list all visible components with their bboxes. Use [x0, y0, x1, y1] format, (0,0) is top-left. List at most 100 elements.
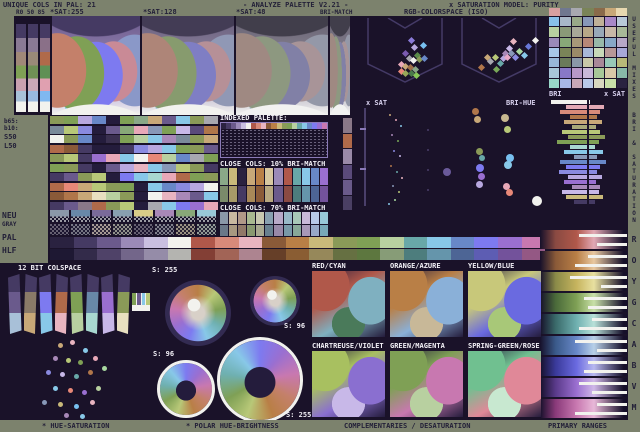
swatch	[134, 144, 148, 153]
comp-panel-red-cyan[interactable]	[312, 271, 385, 337]
swatch	[215, 249, 239, 260]
vertical-letter: E	[632, 30, 636, 37]
bri-bar	[571, 125, 587, 129]
swatch	[134, 154, 148, 163]
swatch	[220, 168, 229, 185]
swatch	[594, 78, 605, 88]
swatch	[247, 212, 256, 224]
analysis-strips[interactable]	[50, 116, 218, 210]
swatch	[238, 212, 247, 224]
vertical-letter: E	[632, 86, 636, 93]
swatch	[497, 249, 522, 260]
swatch	[427, 237, 451, 248]
hue-sat-map-brimatch[interactable]	[330, 16, 350, 115]
close-cols-10-swatches[interactable]	[220, 168, 328, 202]
swatch	[120, 237, 145, 248]
swatch	[176, 182, 190, 191]
color-dot	[400, 125, 402, 127]
bar-row	[549, 100, 627, 104]
primary-band-m	[540, 398, 627, 418]
bar-row	[549, 145, 627, 149]
bri-match-label: BRI-MATCH	[320, 9, 353, 16]
bar-row	[549, 185, 627, 189]
swatch	[247, 185, 256, 202]
swatch	[265, 212, 274, 224]
bri-bar	[566, 165, 587, 169]
color-dot	[73, 403, 79, 409]
swatch	[301, 212, 310, 224]
neu-row[interactable]	[50, 210, 216, 222]
sat128-tab[interactable]: *SAT:128	[143, 8, 177, 16]
color-dot	[394, 199, 396, 201]
hue-sat-map-sat48[interactable]	[236, 16, 328, 115]
comp-panel-yellow-blue[interactable]	[468, 271, 541, 337]
comp-label-springgreen-rose: SPRING-GREEN/ROSE	[468, 342, 540, 350]
mini-strip-1[interactable]	[16, 24, 26, 112]
swatch	[176, 201, 190, 210]
indexed-palette-row[interactable]	[221, 123, 327, 129]
mixes-top-row[interactable]	[549, 8, 627, 16]
mini-strip-3[interactable]	[40, 24, 50, 112]
swatch	[283, 168, 292, 185]
bri-bar-track	[549, 195, 587, 199]
close-cols-70-swatches[interactable]	[220, 212, 328, 236]
swatch	[176, 154, 190, 163]
sat48-tab[interactable]: *SAT:48	[236, 8, 266, 16]
strip-row	[50, 116, 218, 125]
polar-circle-s255[interactable]	[165, 280, 231, 346]
gray-cell	[71, 224, 90, 235]
pal-strip[interactable]	[50, 237, 546, 248]
hue-sat-map-sat255[interactable]	[52, 16, 140, 115]
swatch	[605, 78, 616, 88]
colspace-title: 12 BIT COLSPACE	[18, 264, 82, 272]
swatch	[615, 8, 627, 16]
bri-bar	[566, 105, 587, 109]
hue-sat-map-sat128[interactable]	[142, 16, 234, 115]
swatch	[190, 192, 204, 201]
swatch	[106, 173, 120, 182]
neu-pair	[50, 210, 69, 222]
swatch	[204, 201, 218, 210]
bri-bar	[569, 145, 587, 149]
primary-range-letters: ROYGCABVM	[628, 236, 640, 425]
gray-row[interactable]	[50, 224, 216, 235]
swatch	[560, 58, 571, 68]
vertical-letter: U	[632, 44, 636, 51]
gray-cell	[176, 224, 195, 235]
bri-bar	[568, 135, 587, 139]
polar-circle-s96-top[interactable]	[250, 276, 300, 326]
polar-circle-s96-bottom[interactable]	[157, 360, 215, 418]
color-dot	[475, 180, 483, 188]
primary-band-y	[540, 272, 627, 292]
swatch	[215, 237, 239, 248]
comp-panel-springgreen-rose[interactable]	[468, 351, 541, 417]
polar-circle-2-label: S: 96	[284, 322, 306, 330]
comp-panel-chartreuse-violet[interactable]	[312, 351, 385, 417]
vertical-letter: R	[632, 119, 636, 126]
comp-panel-green-magenta[interactable]	[390, 351, 463, 417]
mini-strip-2[interactable]	[28, 24, 38, 112]
swatch	[560, 78, 571, 88]
swatch	[321, 123, 327, 129]
white-bar	[570, 276, 627, 280]
colspace-wedge	[8, 274, 22, 334]
swatch	[106, 201, 120, 210]
swatch	[92, 173, 106, 182]
color-dot	[92, 355, 98, 361]
hlf-strip[interactable]	[50, 249, 546, 260]
swatch	[616, 47, 627, 58]
swatch	[148, 173, 162, 182]
sat255-tab[interactable]: *SAT:255	[50, 8, 84, 16]
swatch	[64, 135, 78, 144]
comp-panel-orange-azure[interactable]	[390, 271, 463, 337]
color-dot	[65, 357, 71, 363]
color-dot	[501, 114, 509, 122]
useful-mixes-grid[interactable]	[549, 17, 627, 88]
primary-ranges-panel[interactable]	[540, 230, 627, 418]
swatch	[292, 212, 301, 224]
swatch	[220, 185, 229, 202]
sat-bar-track	[589, 100, 627, 104]
strip-row	[50, 135, 218, 144]
swatch	[274, 212, 283, 224]
swatch	[97, 249, 121, 260]
